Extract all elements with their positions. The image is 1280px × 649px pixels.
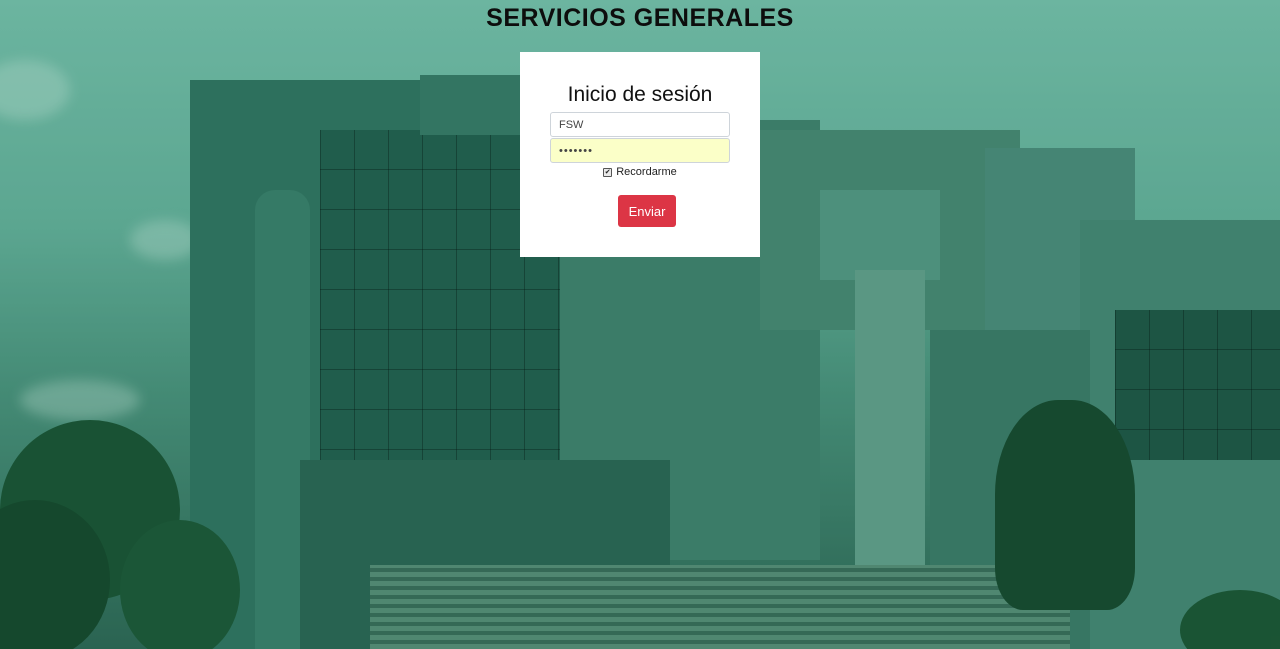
login-card: Inicio de sesión ✔Recordarme Enviar bbox=[520, 52, 760, 257]
login-title: Inicio de sesión bbox=[567, 83, 713, 106]
remember-label: Recordarme bbox=[616, 166, 677, 178]
remember-me[interactable]: ✔ Recordarme bbox=[520, 166, 760, 178]
submit-button[interactable]: Enviar bbox=[618, 195, 676, 227]
page-title: SERVICIOS GENERALES bbox=[486, 4, 794, 32]
username-input[interactable] bbox=[550, 112, 730, 137]
remember-checkbox[interactable]: ✔ bbox=[603, 168, 613, 177]
password-input[interactable] bbox=[550, 138, 730, 163]
